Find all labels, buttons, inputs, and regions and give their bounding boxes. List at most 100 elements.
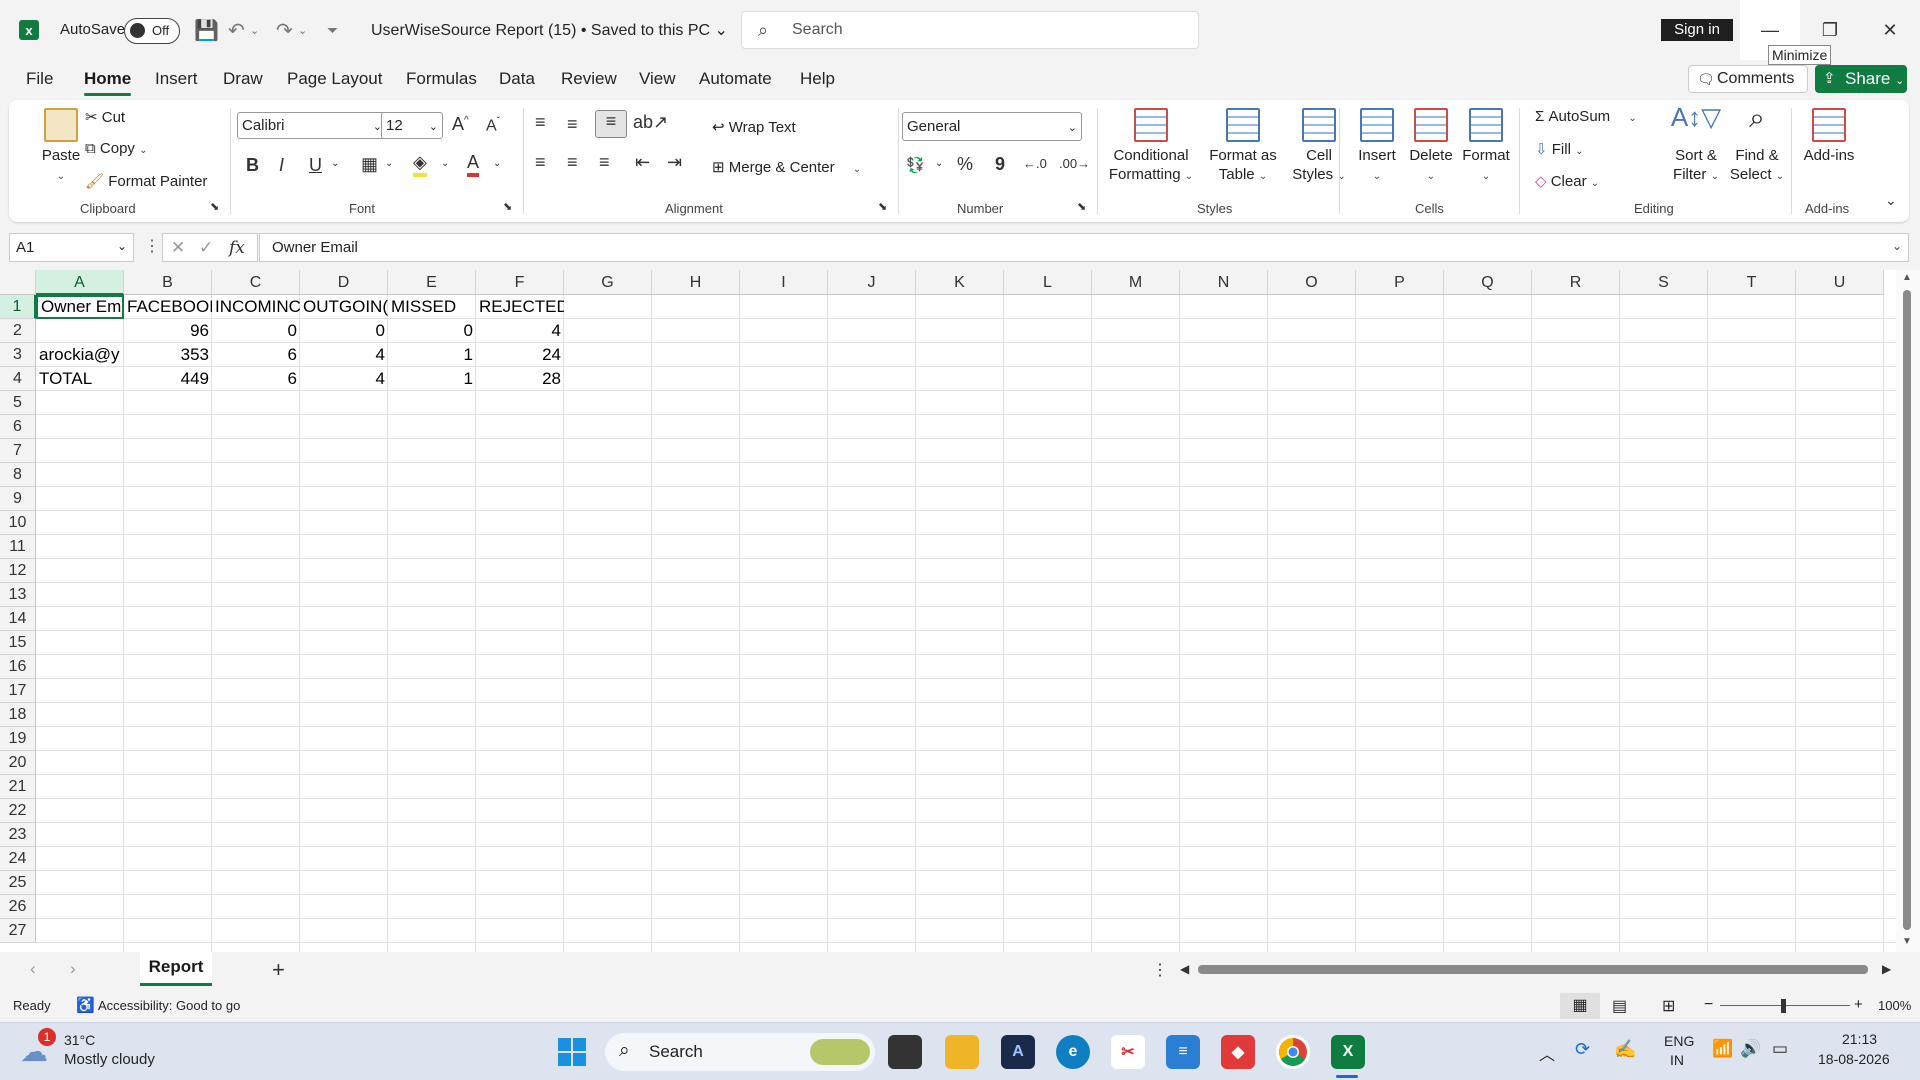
scroll-left-icon[interactable]: ◀ — [1180, 962, 1189, 976]
volume-icon[interactable]: 🔊 — [1740, 1039, 1761, 1059]
taskbar-search[interactable]: ⌕ Search — [605, 1033, 875, 1071]
cell[interactable]: 6 — [212, 343, 300, 367]
row-header[interactable]: 24 — [0, 847, 36, 871]
row-header[interactable]: 1 — [0, 295, 36, 319]
font-launcher-icon[interactable]: ⬊ — [503, 200, 512, 213]
row-header[interactable]: 17 — [0, 679, 36, 703]
font-size-select[interactable]: 12 ⌄ — [381, 112, 443, 139]
undo-dropdown-icon[interactable]: ⌄ — [250, 24, 259, 37]
bold-button[interactable]: B — [246, 155, 259, 176]
undo-icon[interactable]: ↶ — [228, 18, 245, 43]
cell[interactable]: 0 — [388, 319, 476, 343]
fill-button[interactable]: ⇩ Fill ⌄ — [1535, 140, 1583, 158]
column-header[interactable]: J — [828, 270, 916, 295]
format-painter-button[interactable]: 🖌 Format Painter — [85, 172, 207, 190]
column-header[interactable]: D — [300, 270, 388, 295]
sync-icon[interactable]: ⟳ — [1575, 1039, 1590, 1060]
language-code[interactable]: ENG — [1664, 1033, 1694, 1049]
clipboard-launcher-icon[interactable]: ⬊ — [210, 200, 219, 213]
cell-styles-button[interactable]: Cell Styles ⌄ — [1289, 108, 1349, 186]
row-header[interactable]: 16 — [0, 655, 36, 679]
cell[interactable]: 24 — [476, 343, 564, 367]
column-header[interactable]: O — [1268, 270, 1356, 295]
customize-toolbar-icon[interactable]: ⏷ — [327, 22, 338, 39]
active-cell[interactable]: Owner Em — [36, 295, 124, 319]
comma-style-icon[interactable]: 9 — [995, 154, 1005, 175]
accessibility-status[interactable]: Accessibility: Good to go — [98, 998, 240, 1013]
tab-automate[interactable]: Automate — [699, 69, 772, 89]
column-header[interactable]: E — [388, 270, 476, 295]
excel-taskbar-icon[interactable]: X — [1331, 1035, 1365, 1069]
normal-view-icon[interactable]: ▦ — [1560, 993, 1600, 1019]
row-header[interactable]: 13 — [0, 583, 36, 607]
snipping-tool-icon[interactable]: ✂ — [1111, 1035, 1145, 1069]
number-format-select[interactable]: General ⌄ — [902, 112, 1082, 141]
search-box[interactable]: ⌕ Search — [741, 11, 1199, 49]
column-header[interactable]: H — [652, 270, 740, 295]
cell[interactable]: OUTGOIN( — [300, 295, 388, 319]
row-header[interactable]: 25 — [0, 871, 36, 895]
align-left-icon[interactable]: ≡ — [535, 152, 546, 173]
cell[interactable]: REJECTED — [476, 295, 564, 319]
row-header[interactable]: 21 — [0, 775, 36, 799]
decrease-font-icon[interactable]: Aˇ — [486, 116, 500, 135]
tab-page-layout[interactable]: Page Layout — [287, 69, 382, 89]
add-sheet-icon[interactable]: + — [272, 957, 285, 983]
autosum-button[interactable]: Σ AutoSum ⌄ — [1535, 108, 1637, 125]
italic-button[interactable]: I — [279, 155, 284, 176]
row-header[interactable]: 10 — [0, 511, 36, 535]
cell[interactable]: 28 — [476, 367, 564, 391]
cell[interactable]: 6 — [212, 367, 300, 391]
clock-time[interactable]: 21:13 — [1842, 1031, 1877, 1047]
select-all-corner[interactable] — [0, 270, 36, 295]
zoom-level[interactable]: 100% — [1878, 998, 1911, 1013]
row-header[interactable]: 22 — [0, 799, 36, 823]
battery-icon[interactable]: ▭ — [1772, 1039, 1788, 1059]
row-header[interactable]: 6 — [0, 415, 36, 439]
weather-temp[interactable]: 31°C — [64, 1032, 95, 1048]
alignment-launcher-icon[interactable]: ⬊ — [878, 200, 887, 213]
insert-function-icon[interactable]: fx — [229, 238, 245, 258]
column-header[interactable]: U — [1796, 270, 1884, 295]
underline-dropdown-icon[interactable]: ⌄ — [331, 158, 339, 169]
column-header[interactable]: N — [1180, 270, 1268, 295]
row-header[interactable]: 9 — [0, 487, 36, 511]
expand-formula-icon[interactable]: ⌄ — [1892, 239, 1902, 253]
increase-decimal-icon[interactable]: ←.0 — [1023, 156, 1047, 171]
tab-home[interactable]: Home — [84, 69, 132, 96]
row-header[interactable]: 23 — [0, 823, 36, 847]
sort-filter-button[interactable]: A↕▽ Sort & Filter ⌄ — [1665, 104, 1727, 186]
share-button[interactable]: ⇪ Share ⌄ — [1815, 65, 1907, 93]
row-header[interactable]: 14 — [0, 607, 36, 631]
start-icon[interactable] — [555, 1035, 589, 1069]
tab-review[interactable]: Review — [561, 69, 617, 89]
cell[interactable]: 0 — [300, 319, 388, 343]
file-explorer-icon[interactable] — [945, 1035, 979, 1069]
orientation-icon[interactable]: ab↗ — [633, 112, 668, 133]
decrease-decimal-icon[interactable]: .00→ — [1059, 156, 1090, 171]
row-header[interactable]: 26 — [0, 895, 36, 919]
increase-font-icon[interactable]: A^ — [452, 114, 469, 135]
align-right-icon[interactable]: ≡ — [599, 152, 610, 173]
comments-button[interactable]: 🗨 Comments — [1688, 65, 1808, 93]
page-layout-view-icon[interactable]: ▤ — [1612, 996, 1627, 1016]
find-select-button[interactable]: ⌕ Find & Select ⌄ — [1727, 104, 1787, 186]
zoom-slider-thumb[interactable] — [1781, 999, 1786, 1013]
cell[interactable]: 4 — [300, 343, 388, 367]
row-header[interactable]: 20 — [0, 751, 36, 775]
edge-icon[interactable]: e — [1056, 1035, 1090, 1069]
borders-icon[interactable]: ▦ — [361, 154, 378, 175]
percent-icon[interactable]: % — [957, 154, 973, 175]
row-header[interactable]: 18 — [0, 703, 36, 727]
column-header[interactable]: K — [916, 270, 1004, 295]
delete-cells-button[interactable]: Delete ⌄ — [1403, 108, 1459, 186]
cell[interactable]: 1 — [388, 367, 476, 391]
formula-input[interactable]: Owner Email ⌄ — [259, 233, 1909, 262]
column-header[interactable]: I — [740, 270, 828, 295]
sheet-tab-report[interactable]: Report — [140, 952, 212, 986]
cell[interactable]: 96 — [124, 319, 212, 343]
app-icon-a[interactable]: A — [1001, 1035, 1035, 1069]
row-header[interactable]: 27 — [0, 919, 36, 943]
font-color-dropdown-icon[interactable]: ⌄ — [493, 158, 501, 169]
row-header[interactable]: 11 — [0, 535, 36, 559]
